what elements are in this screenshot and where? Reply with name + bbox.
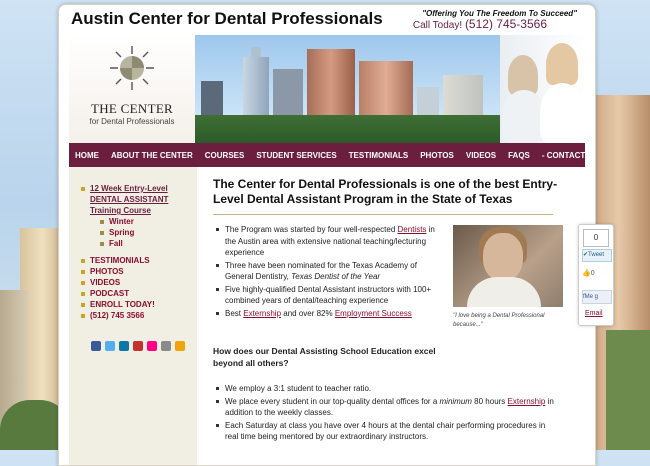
- site-header: Austin Center for Dental Professionals "…: [59, 5, 595, 35]
- list-text: Each Saturday at class you have over 4 h…: [225, 420, 546, 442]
- list-item: The Program was started by four well-res…: [215, 224, 440, 259]
- site-title[interactable]: Austin Center for Dental Professionals: [71, 9, 383, 29]
- sidebar-item-program: 12 Week Entry-Level DENTAL ASSISTANT Tra…: [81, 183, 186, 249]
- list-text: and over 82%: [281, 308, 335, 318]
- email-icon[interactable]: [161, 341, 171, 351]
- main-nav: HOME ABOUT THE CENTER COURSES STUDENT SE…: [69, 143, 595, 167]
- dentists-link[interactable]: Dentists: [398, 225, 427, 234]
- list-item: We place every student in our top-qualit…: [215, 396, 555, 419]
- logo-subtitle: for Dental Professionals: [89, 117, 175, 126]
- facebook-icon[interactable]: [91, 341, 101, 351]
- list-emphasis: Texas Dentist of the Year: [291, 272, 381, 281]
- sidebar-list: 12 Week Entry-Level DENTAL ASSISTANT Tra…: [81, 183, 186, 321]
- sidebar-item-videos: VIDEOS: [81, 277, 186, 288]
- sidebar-item-photos: PHOTOS: [81, 266, 186, 277]
- sidebar-item-testimonials: TESTIMONIALS: [81, 255, 186, 266]
- facebook-share-button[interactable]: fMe g: [582, 290, 612, 304]
- background-trees: [606, 330, 650, 450]
- call-label: Call Today!: [412, 20, 463, 31]
- call-today: Call Today! (512) 745-3566: [413, 17, 547, 31]
- nav-item-faqs[interactable]: FAQS: [502, 151, 536, 160]
- session-item: Winter: [100, 216, 186, 227]
- sidebar-item-podcast: PODCAST: [81, 288, 186, 299]
- sidebar-link-videos[interactable]: VIDEOS: [90, 278, 120, 287]
- page-headline: The Center for Dental Professionals is o…: [213, 177, 558, 206]
- nav-item-testimonials[interactable]: TESTIMONIALS: [343, 151, 415, 160]
- nav-item-home[interactable]: HOME: [69, 151, 105, 160]
- austin-skyline-image: [195, 35, 500, 143]
- session-list: Winter Spring Fall: [90, 216, 186, 249]
- logo-mark-icon: [110, 46, 154, 90]
- banner: THE CENTER for Dental Professionals: [69, 35, 585, 143]
- list-item: Best Externship and over 82% Employment …: [215, 308, 440, 320]
- program-link[interactable]: 12 Week Entry-Level DENTAL ASSISTANT Tra…: [90, 183, 186, 216]
- header-phone[interactable]: (512) 745-3566: [465, 17, 547, 31]
- session-winter[interactable]: Winter: [109, 217, 134, 226]
- thumbs-up-icon: 👍: [582, 270, 591, 277]
- list-text: Five highly-qualified Dental Assistant i…: [225, 284, 432, 306]
- sidebar-item-phone: (512) 745 3566: [81, 310, 186, 321]
- session-item: Fall: [100, 238, 186, 249]
- externship-link[interactable]: Externship: [508, 397, 546, 406]
- nav-item-courses[interactable]: COURSES: [199, 151, 251, 160]
- list-item: Five highly-qualified Dental Assistant i…: [215, 284, 440, 307]
- nav-item-photos[interactable]: PHOTOS: [414, 151, 460, 160]
- list-text: We employ a 3:1 student to teacher ratio…: [225, 384, 372, 393]
- flickr-icon[interactable]: [147, 341, 157, 351]
- linkedin-icon[interactable]: [119, 341, 129, 351]
- like-button[interactable]: 👍0: [582, 269, 610, 283]
- divider: [213, 214, 553, 215]
- blog-icon[interactable]: [175, 341, 185, 351]
- youtube-icon[interactable]: [133, 341, 143, 351]
- logo[interactable]: THE CENTER for Dental Professionals: [69, 35, 195, 143]
- list-text: 80 hours: [471, 396, 508, 406]
- sidebar-link-testimonials[interactable]: TESTIMONIALS: [90, 256, 150, 265]
- list-text: We place every student in our top-qualit…: [225, 396, 440, 406]
- video-thumbnail-face: [483, 233, 523, 281]
- session-fall[interactable]: Fall: [109, 239, 123, 248]
- session-spring[interactable]: Spring: [109, 228, 134, 237]
- page-container: Austin Center for Dental Professionals "…: [58, 4, 596, 466]
- share-count: 0: [583, 229, 609, 247]
- list-text: The Program was started by four well-res…: [225, 225, 398, 234]
- riverbank: [195, 115, 500, 143]
- dental-staff-image: [500, 35, 585, 143]
- tweet-button[interactable]: ✔Tweet: [582, 249, 612, 262]
- sidebar-link-podcast[interactable]: PODCAST: [90, 289, 129, 298]
- list-item: Three have been nominated for the Texas …: [215, 260, 440, 283]
- share-widget: 0 ✔Tweet 👍0 fMe g Email: [578, 224, 614, 326]
- sidebar: 12 Week Entry-Level DENTAL ASSISTANT Tra…: [69, 167, 197, 465]
- sidebar-phone[interactable]: (512) 745 3566: [90, 311, 144, 320]
- employment-success-link[interactable]: Employment Success: [335, 309, 412, 318]
- email-share-link[interactable]: Email: [585, 310, 603, 317]
- video-caption: "I love being a Dental Professional beca…: [453, 313, 545, 328]
- tweet-label: Tweet: [588, 252, 605, 258]
- externship-link[interactable]: Externship: [243, 309, 281, 318]
- list-item: Each Saturday at class you have over 4 h…: [215, 420, 555, 443]
- sidebar-link-photos[interactable]: PHOTOS: [90, 267, 124, 276]
- sidebar-item-enroll: ENROLL TODAY!: [81, 299, 186, 310]
- list-item: We employ a 3:1 student to teacher ratio…: [215, 383, 555, 395]
- main-content: The Center for Dental Professionals is o…: [205, 167, 585, 465]
- nav-item-student-services[interactable]: STUDENT SERVICES: [250, 151, 342, 160]
- social-icons: [91, 341, 185, 351]
- video-thumbnail-shirt: [467, 277, 541, 307]
- nav-item-videos[interactable]: VIDEOS: [460, 151, 502, 160]
- list-text: Best: [225, 308, 244, 318]
- section-question: How does our Dental Assisting School Edu…: [213, 346, 436, 368]
- nav-item-contact[interactable]: - CONTACT US -: [536, 151, 595, 160]
- sidebar-link-enroll[interactable]: ENROLL TODAY!: [90, 300, 155, 309]
- like-count: 0: [590, 270, 595, 277]
- facebook-share-label: Me g: [584, 294, 599, 300]
- session-item: Spring: [100, 227, 186, 238]
- testimonial-video[interactable]: [453, 225, 563, 307]
- benefits-list: We employ a 3:1 student to teacher ratio…: [215, 383, 555, 444]
- logo-title: THE CENTER: [90, 101, 174, 116]
- highlights-list: The Program was started by four well-res…: [215, 224, 440, 320]
- twitter-icon[interactable]: [105, 341, 115, 351]
- nav-item-about[interactable]: ABOUT THE CENTER: [105, 151, 199, 160]
- list-emphasis: minimum: [439, 396, 472, 406]
